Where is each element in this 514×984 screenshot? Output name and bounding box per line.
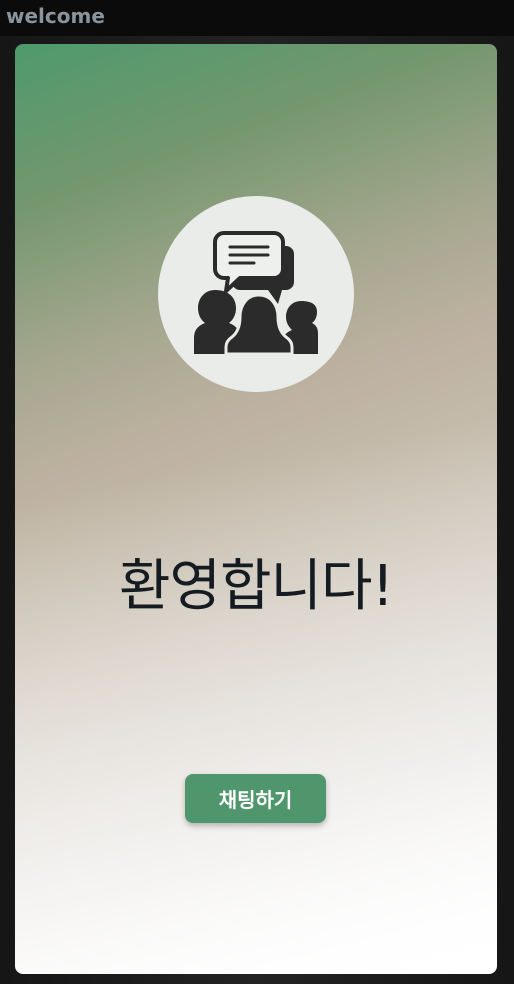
welcome-card: 환영합니다! 채팅하기 <box>15 44 497 974</box>
window-title: welcome <box>6 4 105 28</box>
group-chat-icon <box>194 231 318 356</box>
hero-icon-circle <box>158 196 354 392</box>
welcome-heading: 환영합니다! <box>118 554 394 619</box>
window-titlebar: welcome <box>0 0 514 36</box>
start-chat-button[interactable]: 채팅하기 <box>185 774 326 823</box>
